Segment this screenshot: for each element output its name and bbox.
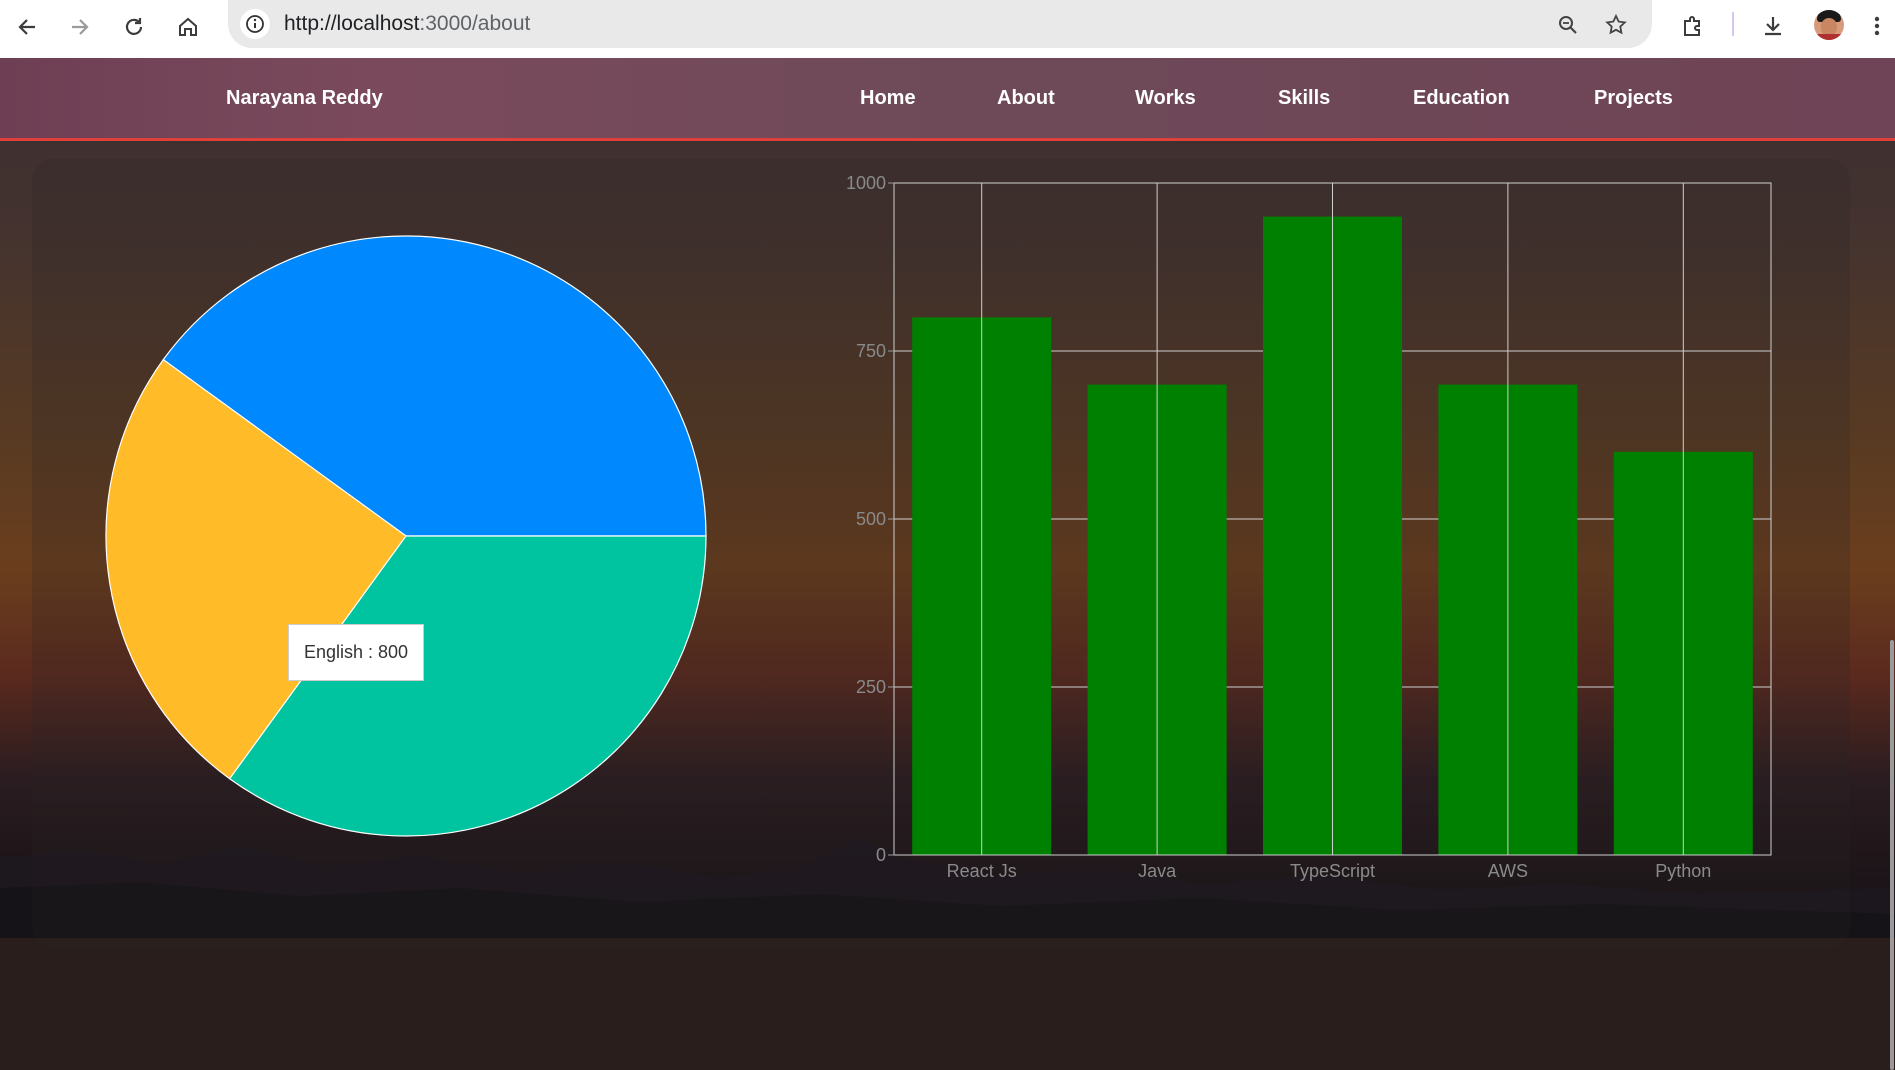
x-tick-label-2: TypeScript bbox=[1290, 861, 1375, 881]
x-tick-label-1: Java bbox=[1138, 861, 1177, 881]
x-tick-label-3: AWS bbox=[1488, 861, 1528, 881]
bar-chart: 0 250 500 750 1000 React Js Java TypeScript AWS P… bbox=[846, 173, 1772, 881]
y-tick-label-0: 0 bbox=[876, 845, 886, 865]
y-tick-label-2: 500 bbox=[856, 509, 886, 529]
x-tick-label-4: Python bbox=[1655, 861, 1711, 881]
y-tick-label-1: 250 bbox=[856, 677, 886, 697]
x-tick-label-0: React Js bbox=[947, 861, 1017, 881]
y-tick-label-4: 1000 bbox=[846, 173, 886, 193]
y-tick-label-3: 750 bbox=[856, 341, 886, 361]
